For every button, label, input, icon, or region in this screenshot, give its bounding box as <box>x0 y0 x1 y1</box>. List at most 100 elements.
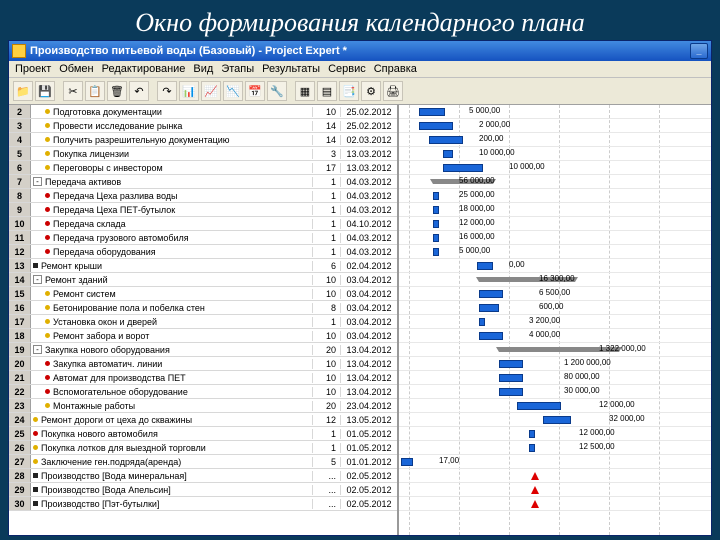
task-row[interactable]: 19-Закупка нового оборудования2013.04.20… <box>9 343 397 357</box>
task-row[interactable]: 9Передача Цеха ПЕТ-бутылок104.03.2012 <box>9 203 397 217</box>
toolbar-button-5[interactable]: ↶ <box>129 81 149 101</box>
milestone-icon[interactable] <box>531 486 539 494</box>
task-name-cell[interactable]: Передача оборудования <box>31 247 313 257</box>
gantt-bar[interactable] <box>479 332 503 340</box>
task-name-cell[interactable]: Ремонт систем <box>31 289 313 299</box>
task-name-cell[interactable]: Вспомогательное оборудование <box>31 387 313 397</box>
task-name-cell[interactable]: Установка окон и дверей <box>31 317 313 327</box>
task-row[interactable]: 3Провести исследование рынка1425.02.2012 <box>9 119 397 133</box>
gantt-row[interactable]: 16 000,00 <box>399 231 711 245</box>
task-row[interactable]: 7-Передача активов104.03.2012 <box>9 175 397 189</box>
menu-help[interactable]: Справка <box>374 63 417 75</box>
gantt-row[interactable]: 10 000,00 <box>399 147 711 161</box>
task-row[interactable]: 15Ремонт систем1003.04.2012 <box>9 287 397 301</box>
task-row[interactable]: 22Вспомогательное оборудование1013.04.20… <box>9 385 397 399</box>
gantt-row[interactable]: 1 200 000,00 <box>399 357 711 371</box>
task-row[interactable]: 17Установка окон и дверей103.04.2012 <box>9 315 397 329</box>
minimize-button[interactable]: _ <box>690 43 708 59</box>
menu-stages[interactable]: Этапы <box>221 63 254 75</box>
task-name-cell[interactable]: -Закупка нового оборудования <box>31 345 313 355</box>
task-row[interactable]: 5Покупка лицензии313.03.2012 <box>9 147 397 161</box>
task-row[interactable]: 24Ремонт дороги от цеха до скважины1213.… <box>9 413 397 427</box>
task-name-cell[interactable]: Производство [Вода Апельсин] <box>31 485 313 495</box>
task-name-cell[interactable]: Покупка лотков для выездной торговли <box>31 443 313 453</box>
task-name-cell[interactable]: Покупка нового автомобиля <box>31 429 313 439</box>
expander-icon[interactable]: - <box>33 345 42 354</box>
task-name-cell[interactable]: Покупка лицензии <box>31 149 313 159</box>
gantt-row[interactable] <box>399 469 711 483</box>
task-name-cell[interactable]: Ремонт крыши <box>31 261 313 271</box>
task-row[interactable]: 27Заключение ген.подряда(аренда)501.01.2… <box>9 455 397 469</box>
gantt-bar[interactable] <box>543 416 571 424</box>
toolbar-button-14[interactable]: 📑 <box>339 81 359 101</box>
toolbar-button-6[interactable]: ↷ <box>157 81 177 101</box>
gantt-row[interactable]: 10 000,00 <box>399 161 711 175</box>
gantt-row[interactable]: 1 322 000,00 <box>399 343 711 357</box>
toolbar-button-2[interactable]: ✂ <box>63 81 83 101</box>
toolbar-button-15[interactable]: ⚙ <box>361 81 381 101</box>
gantt-bar[interactable] <box>433 220 439 228</box>
gantt-bar[interactable] <box>401 458 413 466</box>
gantt-row[interactable]: 12 500,00 <box>399 441 711 455</box>
gantt-row[interactable] <box>399 497 711 511</box>
gantt-bar[interactable] <box>429 136 463 144</box>
task-row[interactable]: 11Передача грузового автомобиля104.03.20… <box>9 231 397 245</box>
gantt-bar[interactable] <box>529 444 535 452</box>
gantt-bar[interactable] <box>499 360 523 368</box>
task-name-cell[interactable]: Получить разрешительную документацию <box>31 135 313 145</box>
gantt-bar[interactable] <box>479 318 485 326</box>
task-name-cell[interactable]: Автомат для производства ПЕТ <box>31 373 313 383</box>
menu-exchange[interactable]: Обмен <box>59 63 93 75</box>
milestone-icon[interactable] <box>531 472 539 480</box>
gantt-row[interactable]: 17,00 <box>399 455 711 469</box>
menu-edit[interactable]: Редактирование <box>102 63 186 75</box>
task-name-cell[interactable]: Ремонт дороги от цеха до скважины <box>31 415 313 425</box>
toolbar-button-8[interactable]: 📈 <box>201 81 221 101</box>
task-name-cell[interactable]: Переговоры с инвестором <box>31 163 313 173</box>
task-row[interactable]: 16Бетонирование пола и побелка стен803.0… <box>9 301 397 315</box>
gantt-row[interactable]: 30 000,00 <box>399 385 711 399</box>
menu-project[interactable]: Проект <box>15 63 51 75</box>
task-name-cell[interactable]: Производство [Пэт-бутылки] <box>31 499 313 509</box>
task-name-cell[interactable]: Бетонирование пола и побелка стен <box>31 303 313 313</box>
task-row[interactable]: 14-Ремонт зданий1003.04.2012 <box>9 273 397 287</box>
task-row[interactable]: 20Закупка автоматич. линии1013.04.2012 <box>9 357 397 371</box>
task-row[interactable]: 13Ремонт крыши602.04.2012 <box>9 259 397 273</box>
toolbar-button-12[interactable]: ▦ <box>295 81 315 101</box>
gantt-bar[interactable] <box>499 388 523 396</box>
gantt-row[interactable]: 12 000,00 <box>399 427 711 441</box>
gantt-row[interactable]: 4 000,00 <box>399 329 711 343</box>
gantt-row[interactable]: 0,00 <box>399 259 711 273</box>
gantt-row[interactable] <box>399 483 711 497</box>
toolbar-button-0[interactable]: 📁 <box>13 81 33 101</box>
gantt-bar[interactable] <box>529 430 535 438</box>
task-name-cell[interactable]: -Передача активов <box>31 177 313 187</box>
task-name-cell[interactable]: Закупка автоматич. линии <box>31 359 313 369</box>
gantt-bar[interactable] <box>517 402 561 410</box>
gantt-row[interactable]: 32 000,00 <box>399 413 711 427</box>
task-name-cell[interactable]: Провести исследование рынка <box>31 121 313 131</box>
gantt-chart[interactable]: 5 000,002 000,00200,0010 000,0010 000,00… <box>399 105 711 535</box>
gantt-bar[interactable] <box>419 122 453 130</box>
gantt-bar[interactable] <box>479 290 503 298</box>
gantt-bar[interactable] <box>433 234 439 242</box>
task-name-cell[interactable]: Передача Цеха разлива воды <box>31 191 313 201</box>
gantt-bar[interactable] <box>433 192 439 200</box>
task-row[interactable]: 21Автомат для производства ПЕТ1013.04.20… <box>9 371 397 385</box>
task-table[interactable]: 2Подготовка документации1025.02.20123Про… <box>9 105 399 535</box>
menu-results[interactable]: Результаты <box>262 63 320 75</box>
gantt-bar[interactable] <box>499 374 523 382</box>
gantt-bar[interactable] <box>443 150 453 158</box>
expander-icon[interactable]: - <box>33 177 42 186</box>
toolbar-button-1[interactable]: 💾 <box>35 81 55 101</box>
task-row[interactable]: 10Передача склада104.10.2012 <box>9 217 397 231</box>
gantt-row[interactable]: 12 000,00 <box>399 217 711 231</box>
gantt-row[interactable]: 18 000,00 <box>399 203 711 217</box>
toolbar-button-3[interactable]: 📋 <box>85 81 105 101</box>
task-name-cell[interactable]: Заключение ген.подряда(аренда) <box>31 457 313 467</box>
task-name-cell[interactable]: Передача склада <box>31 219 313 229</box>
gantt-row[interactable]: 200,00 <box>399 133 711 147</box>
gantt-row[interactable]: 5 000,00 <box>399 105 711 119</box>
gantt-bar[interactable] <box>433 206 439 214</box>
gantt-bar[interactable] <box>419 108 445 116</box>
